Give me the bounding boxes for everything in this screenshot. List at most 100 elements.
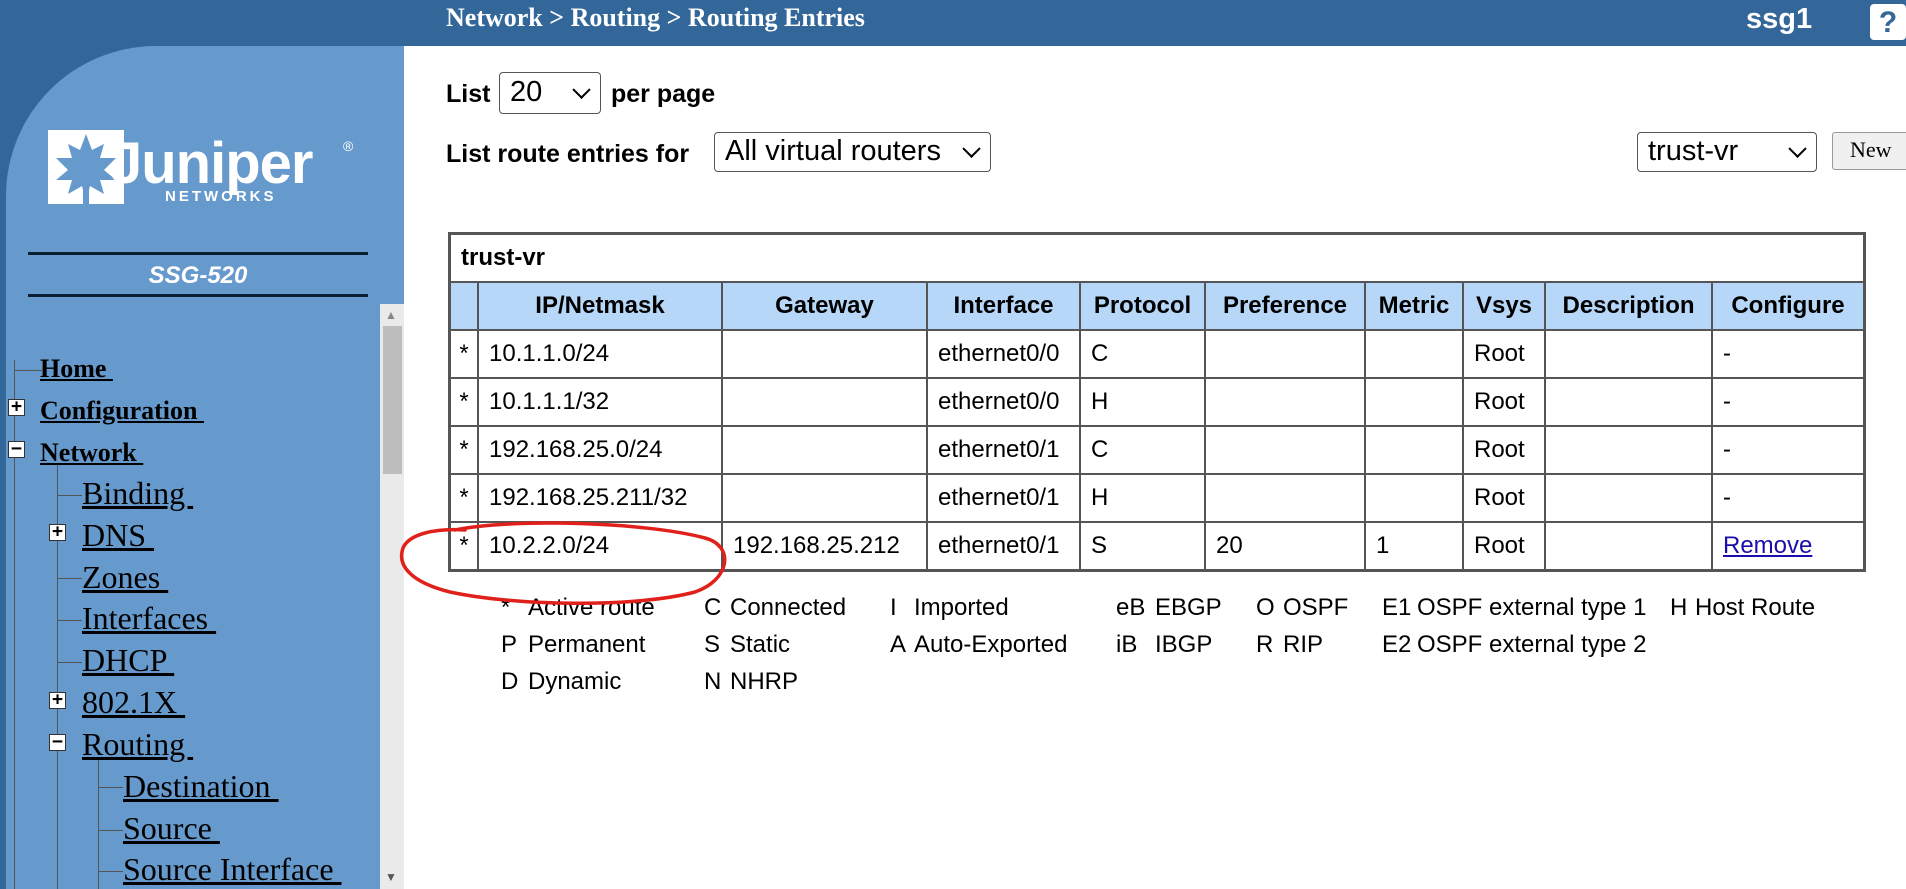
route-protocol: S: [1081, 523, 1204, 569]
legend-text: EBGP: [1155, 594, 1222, 621]
route-configure: -: [1713, 427, 1863, 473]
table-row: * 192.168.25.0/24 ethernet0/1 C Root -: [451, 427, 1863, 473]
model-name: SSG-520: [148, 262, 248, 289]
legend-text: Permanent: [528, 631, 646, 658]
column-header-preference: Preference: [1206, 283, 1364, 329]
route-flag: *: [451, 427, 477, 473]
legend-text: Dynamic: [528, 668, 622, 695]
divider-bottom: [28, 294, 368, 297]
nav-8021x[interactable]: 802.1X: [82, 684, 185, 721]
legend-code: eB: [1116, 594, 1146, 621]
route-protocol: C: [1081, 427, 1204, 473]
route-metric: [1366, 331, 1462, 377]
chevron-down-icon: [962, 139, 981, 158]
column-header-ip-netmask: IP/Netmask: [479, 283, 721, 329]
route-flag: *: [451, 475, 477, 521]
legend-text: IBGP: [1155, 631, 1213, 658]
expand-icon[interactable]: +: [49, 691, 66, 709]
expand-icon[interactable]: +: [8, 398, 25, 416]
page-size-value: 20: [510, 76, 543, 108]
scroll-up-icon[interactable]: ▲: [385, 308, 397, 322]
route-metric: [1366, 475, 1462, 521]
route-description: [1546, 475, 1711, 521]
legend-code: E1: [1382, 594, 1412, 621]
expand-icon[interactable]: +: [49, 523, 66, 541]
tree-line: [98, 871, 123, 872]
column-header-vsys: Vsys: [1464, 283, 1544, 329]
vr-select-value: trust-vr: [1648, 135, 1739, 167]
logo-text: Juniper: [110, 131, 313, 196]
tree-line: [57, 578, 82, 579]
route-configure: -: [1713, 331, 1863, 377]
virtual-router-filter[interactable]: All virtual routers: [714, 132, 991, 172]
device-name: ssg1: [1746, 3, 1813, 35]
nav-dns[interactable]: DNS: [82, 517, 154, 554]
nav-network[interactable]: Network: [40, 438, 143, 468]
nav-dhcp[interactable]: DHCP: [82, 642, 174, 679]
route-flag: *: [451, 523, 477, 569]
chevron-down-icon: [572, 80, 591, 99]
collapse-icon[interactable]: −: [8, 440, 25, 458]
tree-line: [98, 760, 99, 889]
legend-text: Static: [730, 631, 791, 658]
route-configure: -: [1713, 379, 1863, 425]
breadcrumb: Network > Routing > Routing Entries: [446, 3, 865, 32]
column-header-gateway: Gateway: [723, 283, 926, 329]
legend-text: RIP: [1283, 631, 1324, 658]
virtual-router-name: trust-vr: [451, 235, 1863, 281]
nav-source[interactable]: Source: [123, 810, 220, 847]
new-button[interactable]: New: [1832, 132, 1906, 170]
route-gateway: [723, 331, 926, 377]
legend-code: P: [501, 631, 518, 658]
nav-binding[interactable]: Binding: [82, 475, 193, 512]
route-flag: *: [451, 331, 477, 377]
legend-code: O: [1256, 594, 1275, 621]
legend-code: I: [890, 594, 897, 621]
nav-zones[interactable]: Zones: [82, 559, 168, 596]
route-vsys: Root: [1464, 475, 1544, 521]
nav-interfaces[interactable]: Interfaces: [82, 600, 216, 637]
route-vsys: Root: [1464, 523, 1544, 569]
nav-configuration[interactable]: Configuration: [40, 396, 204, 426]
route-description: [1546, 427, 1711, 473]
nav-destination[interactable]: Destination: [123, 768, 279, 805]
legend-code: N: [704, 668, 722, 695]
help-button[interactable]: ?: [1868, 2, 1906, 42]
nav-routing[interactable]: Routing: [82, 726, 193, 763]
legend-text: Connected: [730, 594, 847, 621]
table-header-row: IP/Netmask Gateway Interface Protocol Pr…: [451, 283, 1863, 329]
route-protocol: C: [1081, 331, 1204, 377]
nav-home[interactable]: Home: [40, 354, 113, 384]
scroll-down-icon[interactable]: ▼: [385, 870, 397, 884]
route-gateway: 192.168.25.212: [723, 523, 926, 569]
page-size-select[interactable]: 20: [499, 72, 601, 114]
remove-link[interactable]: Remove: [1723, 532, 1812, 559]
legend-code: E2: [1382, 631, 1412, 658]
column-header-metric: Metric: [1366, 283, 1462, 329]
per-page-label: per page: [611, 80, 716, 108]
route-vsys: Root: [1464, 379, 1544, 425]
table-row: * 10.2.2.0/24 192.168.25.212 ethernet0/1…: [451, 523, 1863, 569]
legend-code: C: [704, 594, 722, 621]
legend-text: Host Route: [1695, 594, 1816, 621]
table-row: * 10.1.1.1/32 ethernet0/0 H Root -: [451, 379, 1863, 425]
route-interface: ethernet0/0: [928, 379, 1079, 425]
route-description: [1546, 331, 1711, 377]
tree-line: [98, 787, 123, 788]
chevron-down-icon: [1788, 139, 1807, 158]
route-gateway: [723, 475, 926, 521]
scroll-thumb[interactable]: [383, 326, 402, 474]
route-preference: [1206, 331, 1364, 377]
top-bar: Network > Routing > Routing Entries ssg1: [0, 0, 1906, 46]
table-row: * 10.1.1.0/24 ethernet0/0 C Root -: [451, 331, 1863, 377]
collapse-icon[interactable]: −: [49, 733, 66, 751]
legend-text: Auto-Exported: [914, 631, 1068, 658]
route-protocol: H: [1081, 475, 1204, 521]
legend-code: *: [501, 594, 511, 621]
virtual-router-filter-value: All virtual routers: [725, 135, 941, 167]
vr-select[interactable]: trust-vr: [1637, 132, 1817, 172]
route-metric: 1: [1366, 523, 1462, 569]
logo-registered: ®: [343, 138, 354, 154]
route-description: [1546, 523, 1711, 569]
nav-source-interface[interactable]: Source Interface: [123, 851, 342, 888]
